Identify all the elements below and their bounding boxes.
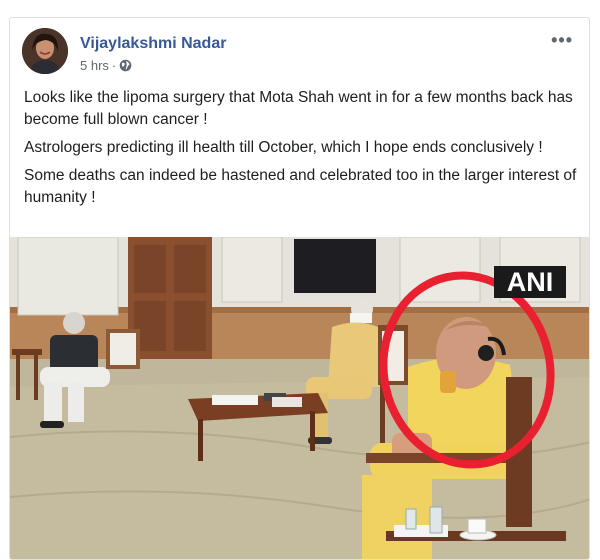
tv-screen <box>294 239 376 293</box>
post-image[interactable]: ANI <box>10 237 589 559</box>
post-paragraph: Astrologers predicting ill health till O… <box>24 139 543 156</box>
author-name-link[interactable]: Vijaylakshmi Nadar <box>80 35 226 53</box>
ani-watermark: ANI <box>507 267 554 297</box>
post-text: Looks like the lipoma surgery that Mota … <box>24 87 579 215</box>
meta-separator: · <box>111 58 117 73</box>
post-header: Vijaylakshmi Nadar 5 hrs · ••• <box>22 28 577 78</box>
post-meta: 5 hrs · <box>80 58 132 73</box>
post-paragraph: Some deaths can indeed be hastened and c… <box>24 167 577 206</box>
post-timestamp[interactable]: 5 hrs <box>80 58 109 73</box>
post-paragraph: Looks like the lipoma surgery that Mota … <box>24 89 573 128</box>
avatar[interactable] <box>22 28 68 74</box>
post-card: Vijaylakshmi Nadar 5 hrs · ••• Looks lik… <box>9 17 590 560</box>
more-options-button[interactable]: ••• <box>551 30 573 51</box>
globe-icon[interactable] <box>119 59 132 72</box>
